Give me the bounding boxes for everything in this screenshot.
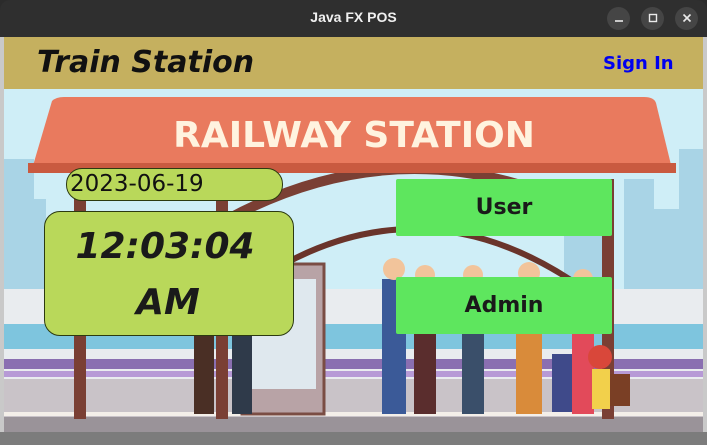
clock-display: 12:03:04 AM xyxy=(44,211,294,336)
sign-in-link[interactable]: Sign In xyxy=(603,53,674,74)
window-bottom-strip xyxy=(0,432,707,445)
clock-ampm: AM xyxy=(136,282,200,323)
close-button[interactable] xyxy=(675,7,698,30)
minimize-icon xyxy=(607,13,630,23)
app-title: Train Station xyxy=(37,45,255,80)
maximize-button[interactable] xyxy=(641,7,664,30)
app-header: Train Station Sign In xyxy=(4,37,703,89)
clock-time: 12:03:04 xyxy=(75,226,255,267)
close-icon xyxy=(675,13,698,23)
admin-button[interactable]: Admin xyxy=(396,277,612,334)
railway-station-sign: RAILWAY STATION xyxy=(173,115,535,156)
window-border-right xyxy=(703,37,707,445)
window-titlebar: Java FX POS xyxy=(0,0,707,37)
user-button[interactable]: User xyxy=(396,179,612,236)
window-title: Java FX POS xyxy=(310,9,397,25)
date-display: 2023-06-19 xyxy=(66,168,283,201)
maximize-icon xyxy=(641,13,664,23)
minimize-button[interactable] xyxy=(607,7,630,30)
